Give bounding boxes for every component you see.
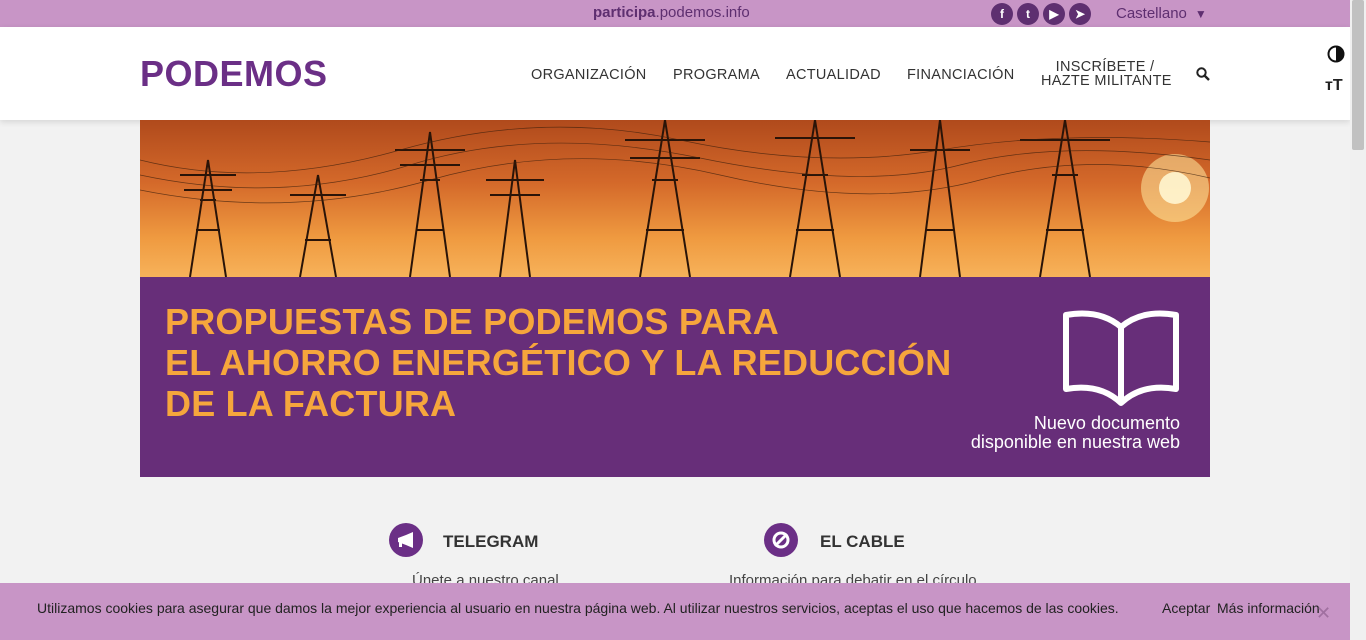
scrollbar-thumb[interactable] <box>1352 0 1364 150</box>
banner-note-line2: disponible en nuestra web <box>970 432 1180 452</box>
book-icon <box>1063 310 1179 406</box>
telegram-icon[interactable]: ➤ <box>1069 3 1091 25</box>
top-bar: participa.podemos.info f t ▶ ➤ Castellan… <box>0 0 1350 27</box>
logo[interactable]: PODEMOS <box>140 53 328 95</box>
cookie-banner: Utilizamos cookies para asegurar que dam… <box>0 583 1350 640</box>
nav-actualidad[interactable]: ACTUALIDAD <box>786 67 881 83</box>
power-towers-image <box>140 120 1210 277</box>
site-header: PODEMOS ORGANIZACIÓN PROGRAMA ACTUALIDAD… <box>0 27 1350 120</box>
nav-programa[interactable]: PROGRAMA <box>673 67 760 83</box>
card-title-telegram[interactable]: TELEGRAM <box>443 532 538 552</box>
cookie-accept-button[interactable]: Aceptar <box>1162 600 1210 616</box>
plug-icon[interactable] <box>764 523 798 557</box>
banner-headline: PROPUESTAS DE PODEMOS PARA EL AHORRO ENE… <box>165 301 951 424</box>
banner-headline-line1: PROPUESTAS DE PODEMOS PARA <box>165 301 779 342</box>
megaphone-icon[interactable] <box>389 523 423 557</box>
search-icon[interactable] <box>1196 67 1210 81</box>
banner-note: Nuevo documento disponible en nuestra we… <box>971 414 1180 452</box>
banner-text-area: PROPUESTAS DE PODEMOS PARA EL AHORRO ENE… <box>140 277 1210 477</box>
nav-organizacion[interactable]: ORGANIZACIÓN <box>531 67 647 83</box>
close-icon[interactable]: ✕ <box>1316 603 1331 624</box>
cookie-text: Utilizamos cookies para asegurar que dam… <box>37 600 1119 616</box>
twitter-icon[interactable]: t <box>1017 3 1039 25</box>
hero-banner[interactable]: PROPUESTAS DE PODEMOS PARA EL AHORRO ENE… <box>140 120 1210 477</box>
card-title-el-cable[interactable]: EL CABLE <box>820 532 905 552</box>
contrast-icon[interactable] <box>1327 45 1345 63</box>
social-icons: f t ▶ ➤ <box>991 3 1091 25</box>
chevron-down-icon: ▼ <box>1194 7 1207 21</box>
nav-inscribete[interactable]: INSCRÍBETE / HAZTE MILITANTE <box>1041 60 1172 89</box>
language-label: Castellano <box>1116 5 1187 22</box>
scrollbar[interactable] <box>1350 0 1366 640</box>
youtube-icon[interactable]: ▶ <box>1043 3 1065 25</box>
facebook-icon[interactable]: f <box>991 3 1013 25</box>
font-size-icon[interactable]: тT <box>1325 77 1343 95</box>
nav-inscribete-line2: HAZTE MILITANTE <box>1041 73 1172 89</box>
banner-note-line1: Nuevo documento <box>1033 413 1180 433</box>
cookie-more-info-link[interactable]: Más información <box>1217 600 1320 616</box>
nav-financiacion[interactable]: FINANCIACIÓN <box>907 67 1015 83</box>
language-selector[interactable]: Castellano ▼ <box>1116 5 1207 22</box>
banner-headline-line3: DE LA FACTURA <box>165 383 457 424</box>
participa-link[interactable]: participa.podemos.info <box>593 4 750 21</box>
banner-headline-line2: EL AHORRO ENERGÉTICO Y LA REDUCCIÓN <box>165 342 952 383</box>
